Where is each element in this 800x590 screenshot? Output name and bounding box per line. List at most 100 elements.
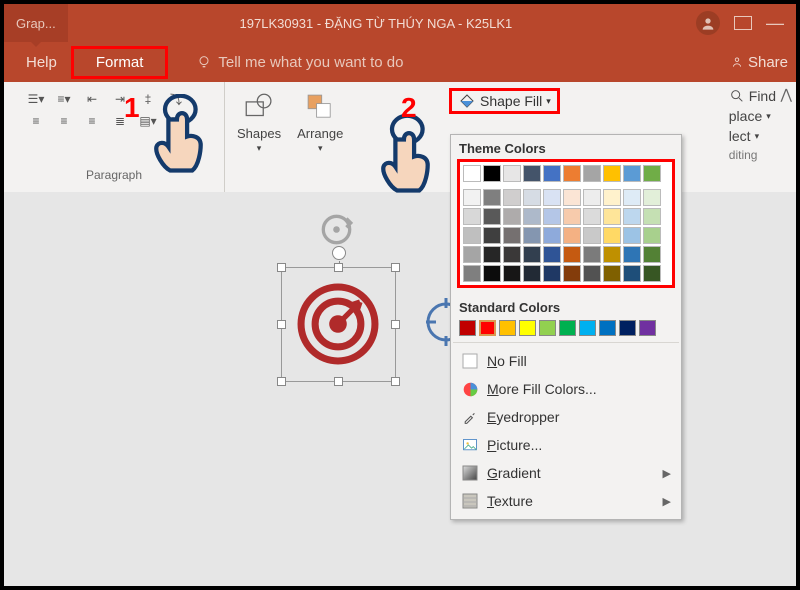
replace-button[interactable]: place▾ <box>729 108 776 124</box>
standard-color-swatch[interactable] <box>619 320 636 336</box>
theme-color-swatch[interactable] <box>543 246 561 263</box>
theme-color-swatch[interactable] <box>563 208 581 225</box>
theme-color-swatch[interactable] <box>543 208 561 225</box>
numbering-button[interactable]: ≡▾ <box>52 88 76 110</box>
standard-color-swatch[interactable] <box>539 320 556 336</box>
align-right-button[interactable]: ≡ <box>80 110 104 132</box>
theme-color-swatch[interactable] <box>603 189 621 206</box>
theme-color-swatch[interactable] <box>583 189 601 206</box>
resize-handle[interactable] <box>391 377 400 386</box>
theme-color-swatch[interactable] <box>563 227 581 244</box>
theme-color-swatch[interactable] <box>463 246 481 263</box>
tell-me-search[interactable]: Tell me what you want to do <box>182 46 417 79</box>
theme-color-swatch[interactable] <box>463 227 481 244</box>
theme-color-swatch[interactable] <box>523 189 541 206</box>
standard-color-swatch[interactable] <box>519 320 536 336</box>
theme-color-swatch[interactable] <box>543 227 561 244</box>
resize-handle[interactable] <box>277 377 286 386</box>
find-button[interactable]: Find <box>729 88 776 104</box>
theme-color-swatch[interactable] <box>563 165 581 182</box>
standard-color-swatch[interactable] <box>479 320 496 336</box>
display-mode-icon[interactable] <box>734 16 752 30</box>
resize-handle[interactable] <box>334 377 343 386</box>
tab-help[interactable]: Help <box>12 46 71 79</box>
theme-color-swatch[interactable] <box>523 227 541 244</box>
theme-color-swatch[interactable] <box>463 165 481 182</box>
theme-color-swatch[interactable] <box>623 208 641 225</box>
eyedropper-option[interactable]: Eyedropper <box>451 403 681 431</box>
more-fill-colors-option[interactable]: More Fill Colors... <box>451 375 681 403</box>
theme-color-swatch[interactable] <box>483 189 501 206</box>
theme-color-swatch[interactable] <box>583 208 601 225</box>
theme-color-swatch[interactable] <box>523 246 541 263</box>
theme-color-swatch[interactable] <box>503 246 521 263</box>
resize-handle[interactable] <box>277 320 286 329</box>
theme-color-swatch[interactable] <box>643 246 661 263</box>
theme-color-swatch[interactable] <box>503 265 521 282</box>
standard-color-swatch[interactable] <box>639 320 656 336</box>
theme-color-swatch[interactable] <box>603 208 621 225</box>
theme-color-swatch[interactable] <box>503 189 521 206</box>
theme-color-swatch[interactable] <box>623 265 641 282</box>
arrange-button[interactable]: Arrange ▾ <box>289 86 351 192</box>
theme-color-swatch[interactable] <box>483 227 501 244</box>
standard-color-swatch[interactable] <box>459 320 476 336</box>
texture-fill-option[interactable]: Texture ▶ <box>451 487 681 515</box>
theme-color-swatch[interactable] <box>643 265 661 282</box>
picture-fill-option[interactable]: Picture... <box>451 431 681 459</box>
theme-color-swatch[interactable] <box>643 227 661 244</box>
shapes-button[interactable]: Shapes ▾ <box>229 86 289 192</box>
resize-handle[interactable] <box>391 263 400 272</box>
bullets-button[interactable]: ☰▾ <box>24 88 48 110</box>
theme-color-swatch[interactable] <box>563 189 581 206</box>
resize-handle[interactable] <box>277 263 286 272</box>
resize-handle[interactable] <box>334 263 343 272</box>
standard-color-swatch[interactable] <box>599 320 616 336</box>
theme-color-swatch[interactable] <box>603 265 621 282</box>
theme-color-swatch[interactable] <box>523 265 541 282</box>
theme-color-swatch[interactable] <box>503 227 521 244</box>
align-center-button[interactable]: ≡ <box>52 110 76 132</box>
theme-color-swatch[interactable] <box>503 165 521 182</box>
theme-color-swatch[interactable] <box>643 208 661 225</box>
theme-color-swatch[interactable] <box>563 246 581 263</box>
theme-color-swatch[interactable] <box>643 189 661 206</box>
theme-color-swatch[interactable] <box>463 265 481 282</box>
theme-color-swatch[interactable] <box>583 265 601 282</box>
gradient-fill-option[interactable]: Gradient ▶ <box>451 459 681 487</box>
shape-fill-button[interactable]: Shape Fill ▾ <box>449 88 560 114</box>
rotate-handle[interactable] <box>332 246 346 260</box>
document-tab[interactable]: Grap... <box>4 4 68 42</box>
theme-color-swatch[interactable] <box>543 189 561 206</box>
decrease-indent-button[interactable]: ⇤ <box>80 88 104 110</box>
theme-color-swatch[interactable] <box>483 208 501 225</box>
theme-color-swatch[interactable] <box>583 227 601 244</box>
minimize-icon[interactable]: — <box>766 13 784 34</box>
theme-color-swatch[interactable] <box>603 165 621 182</box>
theme-color-swatch[interactable] <box>643 165 661 182</box>
target-graphic[interactable] <box>294 280 382 368</box>
no-fill-option[interactable]: No Fill <box>451 347 681 375</box>
standard-color-swatch[interactable] <box>579 320 596 336</box>
standard-color-swatch[interactable] <box>499 320 516 336</box>
theme-color-swatch[interactable] <box>483 246 501 263</box>
theme-color-swatch[interactable] <box>483 265 501 282</box>
theme-color-swatch[interactable] <box>543 165 561 182</box>
theme-color-swatch[interactable] <box>623 165 641 182</box>
account-icon[interactable] <box>696 11 720 35</box>
standard-color-swatch[interactable] <box>559 320 576 336</box>
theme-color-swatch[interactable] <box>623 246 641 263</box>
align-left-button[interactable]: ≡ <box>24 110 48 132</box>
theme-color-swatch[interactable] <box>503 208 521 225</box>
theme-color-swatch[interactable] <box>603 246 621 263</box>
select-button[interactable]: lect▾ <box>729 128 776 144</box>
share-button[interactable]: Share <box>730 54 788 71</box>
resize-handle[interactable] <box>391 320 400 329</box>
theme-color-swatch[interactable] <box>563 265 581 282</box>
theme-color-swatch[interactable] <box>523 165 541 182</box>
collapse-ribbon-icon[interactable]: ⋀ <box>781 86 792 103</box>
theme-color-swatch[interactable] <box>603 227 621 244</box>
theme-color-swatch[interactable] <box>463 208 481 225</box>
theme-color-swatch[interactable] <box>483 165 501 182</box>
theme-color-swatch[interactable] <box>523 208 541 225</box>
